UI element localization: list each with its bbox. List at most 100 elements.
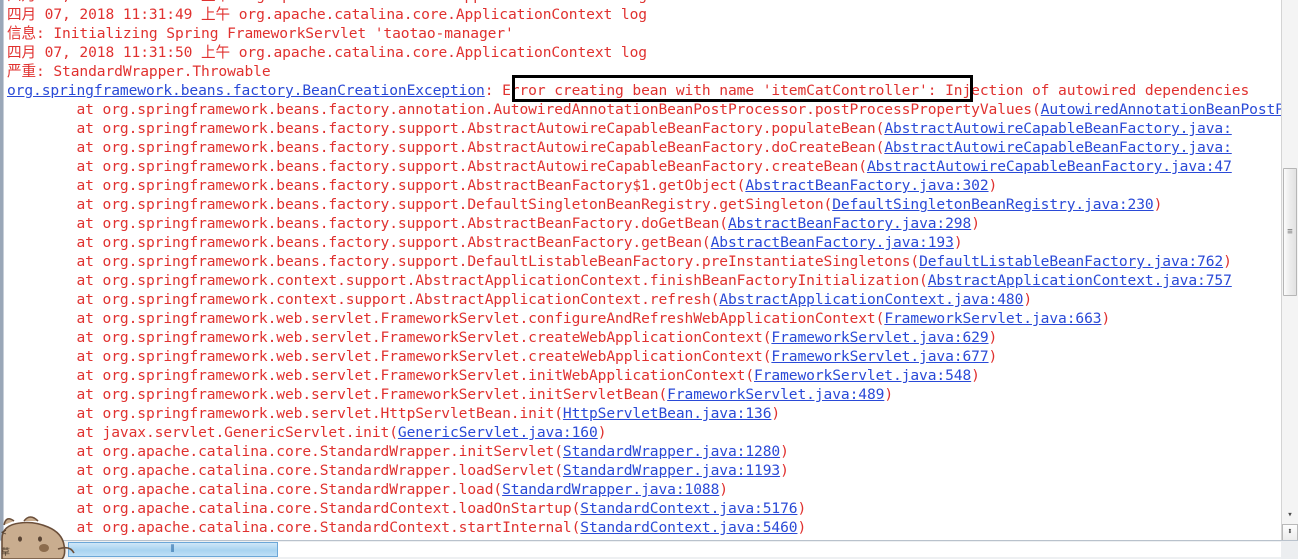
- log-line: org.springframework.beans.factory.BeanCr…: [3, 81, 1281, 100]
- source-file-link[interactable]: AbstractBeanFactory.java:193: [711, 234, 954, 251]
- stack-frame-text: at org.springframework.beans.factory.sup…: [7, 120, 885, 137]
- stack-frame-suffix: ): [884, 386, 893, 403]
- horizontal-scrollbar-endcap: [1281, 541, 1298, 559]
- log-line: at org.springframework.beans.factory.sup…: [3, 214, 1281, 233]
- log-line: at org.apache.catalina.core.StandardWrap…: [3, 480, 1281, 499]
- log-line: at org.springframework.beans.factory.sup…: [3, 157, 1281, 176]
- console-window: 四月 07, 2018 11:31:49 上午 org.apache.catal…: [0, 0, 1298, 559]
- log-line: 四月 07, 2018 11:31:49 上午 org.apache.catal…: [3, 5, 1281, 24]
- log-line-text: 四月 07, 2018 11:31:49 上午 org.apache.catal…: [7, 6, 647, 23]
- stack-frame-text: at org.springframework.beans.factory.sup…: [7, 253, 920, 270]
- source-file-link[interactable]: StandardWrapper.java:1193: [563, 462, 780, 479]
- stack-frame-text: at org.springframework.beans.factory.sup…: [7, 196, 833, 213]
- stack-frame-text: at org.springframework.beans.factory.sup…: [7, 215, 728, 232]
- log-line: 信息: Initializing Spring FrameworkServlet…: [3, 24, 1281, 43]
- log-line: at org.springframework.web.servlet.Frame…: [3, 328, 1281, 347]
- stack-frame-text: at org.apache.catalina.core.StandardWrap…: [7, 462, 563, 479]
- stack-frame-suffix: ): [719, 481, 728, 498]
- stack-frame-suffix: ): [1153, 196, 1163, 213]
- source-file-link[interactable]: FrameworkServlet.java:663: [884, 310, 1101, 327]
- stack-frame-suffix: ): [988, 177, 998, 194]
- horizontal-scrollbar[interactable]: ⫴: [0, 540, 1298, 559]
- source-file-link[interactable]: StandardContext.java:5176: [580, 500, 797, 517]
- source-file-link[interactable]: FrameworkServlet.java:629: [771, 329, 988, 346]
- log-line: at org.apache.catalina.core.StandardWrap…: [3, 442, 1281, 461]
- log-line-text: 四月 07, 2018 11:31:50 上午 org.apache.catal…: [7, 44, 647, 61]
- stack-frame-text: at org.apache.catalina.core.StandardWrap…: [7, 443, 563, 460]
- log-line: at org.apache.catalina.core.StandardCont…: [3, 499, 1281, 518]
- stack-frame-text: at org.springframework.web.servlet.Frame…: [7, 329, 772, 346]
- source-file-link[interactable]: StandardContext.java:5460: [580, 519, 797, 536]
- source-file-link[interactable]: AbstractAutowireCapableBeanFactory.java:: [884, 120, 1232, 137]
- log-line: at org.springframework.beans.factory.sup…: [3, 252, 1281, 271]
- log-line-text: 信息: Initializing Spring FrameworkServlet…: [7, 25, 514, 42]
- source-file-link[interactable]: FrameworkServlet.java:489: [667, 386, 884, 403]
- stack-frame-text: at org.springframework.context.support.A…: [7, 291, 720, 308]
- stack-frame-text: at org.springframework.web.servlet.HttpS…: [7, 405, 563, 422]
- log-line: at org.springframework.web.servlet.Frame…: [3, 309, 1281, 328]
- stack-frame-suffix: ): [1101, 310, 1111, 327]
- source-file-link[interactable]: GenericServlet.java:160: [398, 424, 598, 441]
- vertical-scrollbar-thumb[interactable]: ≡: [1283, 168, 1297, 296]
- source-file-link[interactable]: AbstractAutowireCapableBeanFactory.java:: [884, 139, 1232, 156]
- log-line: at org.apache.catalina.core.StandardCont…: [3, 518, 1281, 537]
- source-file-link[interactable]: AbstractBeanFactory.java:298: [728, 215, 971, 232]
- log-line: at org.apache.catalina.core.StandardWrap…: [3, 461, 1281, 480]
- stack-frame-text: at org.springframework.web.servlet.Frame…: [7, 367, 755, 384]
- stack-frame-text: at org.springframework.web.servlet.Frame…: [7, 348, 772, 365]
- source-file-link[interactable]: DefaultSingletonBeanRegistry.java:230: [832, 196, 1153, 213]
- stack-frame-text: at org.springframework.beans.factory.sup…: [7, 139, 885, 156]
- source-file-link[interactable]: AbstractApplicationContext.java:757: [928, 272, 1232, 289]
- source-file-link[interactable]: FrameworkServlet.java:548: [754, 367, 971, 384]
- stack-frame-suffix: ): [797, 500, 807, 517]
- exception-class-link[interactable]: org.springframework.beans.factory.BeanCr…: [7, 82, 485, 99]
- stack-frame-suffix: ): [797, 519, 807, 536]
- stack-frame-suffix: ): [971, 215, 980, 232]
- stack-frame-text: at org.apache.catalina.core.StandardWrap…: [7, 481, 503, 498]
- vertical-scrollbar[interactable]: ≡ ▾ ⬍: [1281, 0, 1298, 541]
- stack-frame-suffix: ): [780, 443, 789, 460]
- stack-frame-text: at org.apache.catalina.core.StandardCont…: [7, 519, 581, 536]
- scroll-down-arrow-icon[interactable]: ▾: [1282, 507, 1298, 524]
- stack-frame-suffix: ): [780, 462, 789, 479]
- stack-frame-text: at javax.servlet.GenericServlet.init(: [7, 424, 398, 441]
- source-file-link[interactable]: AbstractBeanFactory.java:302: [745, 177, 988, 194]
- log-line-clipped: 四月 07, 2018 11:31:49 上午 org.apache.catal…: [7, 0, 647, 4]
- source-file-link[interactable]: StandardWrapper.java:1280: [563, 443, 780, 460]
- log-line: 四月 07, 2018 11:31:50 上午 org.apache.catal…: [3, 43, 1281, 62]
- source-file-link[interactable]: HttpServletBean.java:136: [563, 405, 772, 422]
- log-line-text: 严重: StandardWrapper.Throwable: [7, 63, 271, 80]
- stack-frame-text: at org.springframework.beans.factory.sup…: [7, 234, 711, 251]
- stack-frame-suffix: ): [953, 234, 963, 251]
- stack-frame-text: at org.springframework.beans.factory.sup…: [7, 158, 867, 175]
- source-file-link[interactable]: AbstractAutowireCapableBeanFactory.java:…: [867, 158, 1232, 175]
- console-output-panel[interactable]: 四月 07, 2018 11:31:49 上午 org.apache.catal…: [0, 0, 1281, 540]
- stack-frame-text: at org.springframework.beans.factory.ann…: [7, 101, 1041, 118]
- log-line: at org.springframework.beans.factory.sup…: [3, 176, 1281, 195]
- log-line: at org.springframework.web.servlet.HttpS…: [3, 404, 1281, 423]
- source-file-link[interactable]: AbstractApplicationContext.java:480: [719, 291, 1023, 308]
- source-file-link[interactable]: StandardWrapper.java:1088: [502, 481, 719, 498]
- stack-frame-text: at org.springframework.web.servlet.Frame…: [7, 386, 668, 403]
- log-line: at org.springframework.context.support.A…: [3, 271, 1281, 290]
- log-line: at org.springframework.web.servlet.Frame…: [3, 385, 1281, 404]
- source-file-link[interactable]: FrameworkServlet.java:677: [771, 348, 988, 365]
- stack-frame-suffix: ): [988, 348, 998, 365]
- source-file-link[interactable]: AutowiredAnnotationBeanPostProcessor.jav…: [1041, 101, 1281, 118]
- stack-frame-suffix: ): [771, 405, 781, 422]
- log-line-list: 四月 07, 2018 11:31:49 上午 org.apache.catal…: [3, 0, 1281, 537]
- stack-frame-text: at org.springframework.web.servlet.Frame…: [7, 310, 885, 327]
- stack-frame-suffix: ): [988, 329, 998, 346]
- horizontal-scrollbar-grip-icon: ⫴: [170, 544, 176, 555]
- scrollbar-grip-icon: ≡: [1287, 227, 1293, 237]
- log-line: at javax.servlet.GenericServlet.init(Gen…: [3, 423, 1281, 442]
- exception-message: : Error creating bean with name 'itemCat…: [484, 82, 1250, 99]
- stack-frame-suffix: ): [1223, 253, 1232, 270]
- log-line: at org.springframework.beans.factory.sup…: [3, 138, 1281, 157]
- horizontal-scrollbar-track[interactable]: ⫴: [68, 542, 1281, 557]
- log-line: at org.springframework.beans.factory.sup…: [3, 233, 1281, 252]
- source-file-link[interactable]: DefaultListableBeanFactory.java:762: [919, 253, 1223, 270]
- horizontal-scrollbar-thumb[interactable]: ⫴: [68, 542, 278, 557]
- scrollbar-corner-button[interactable]: ⬍: [1282, 524, 1298, 541]
- stack-frame-suffix: ): [597, 424, 607, 441]
